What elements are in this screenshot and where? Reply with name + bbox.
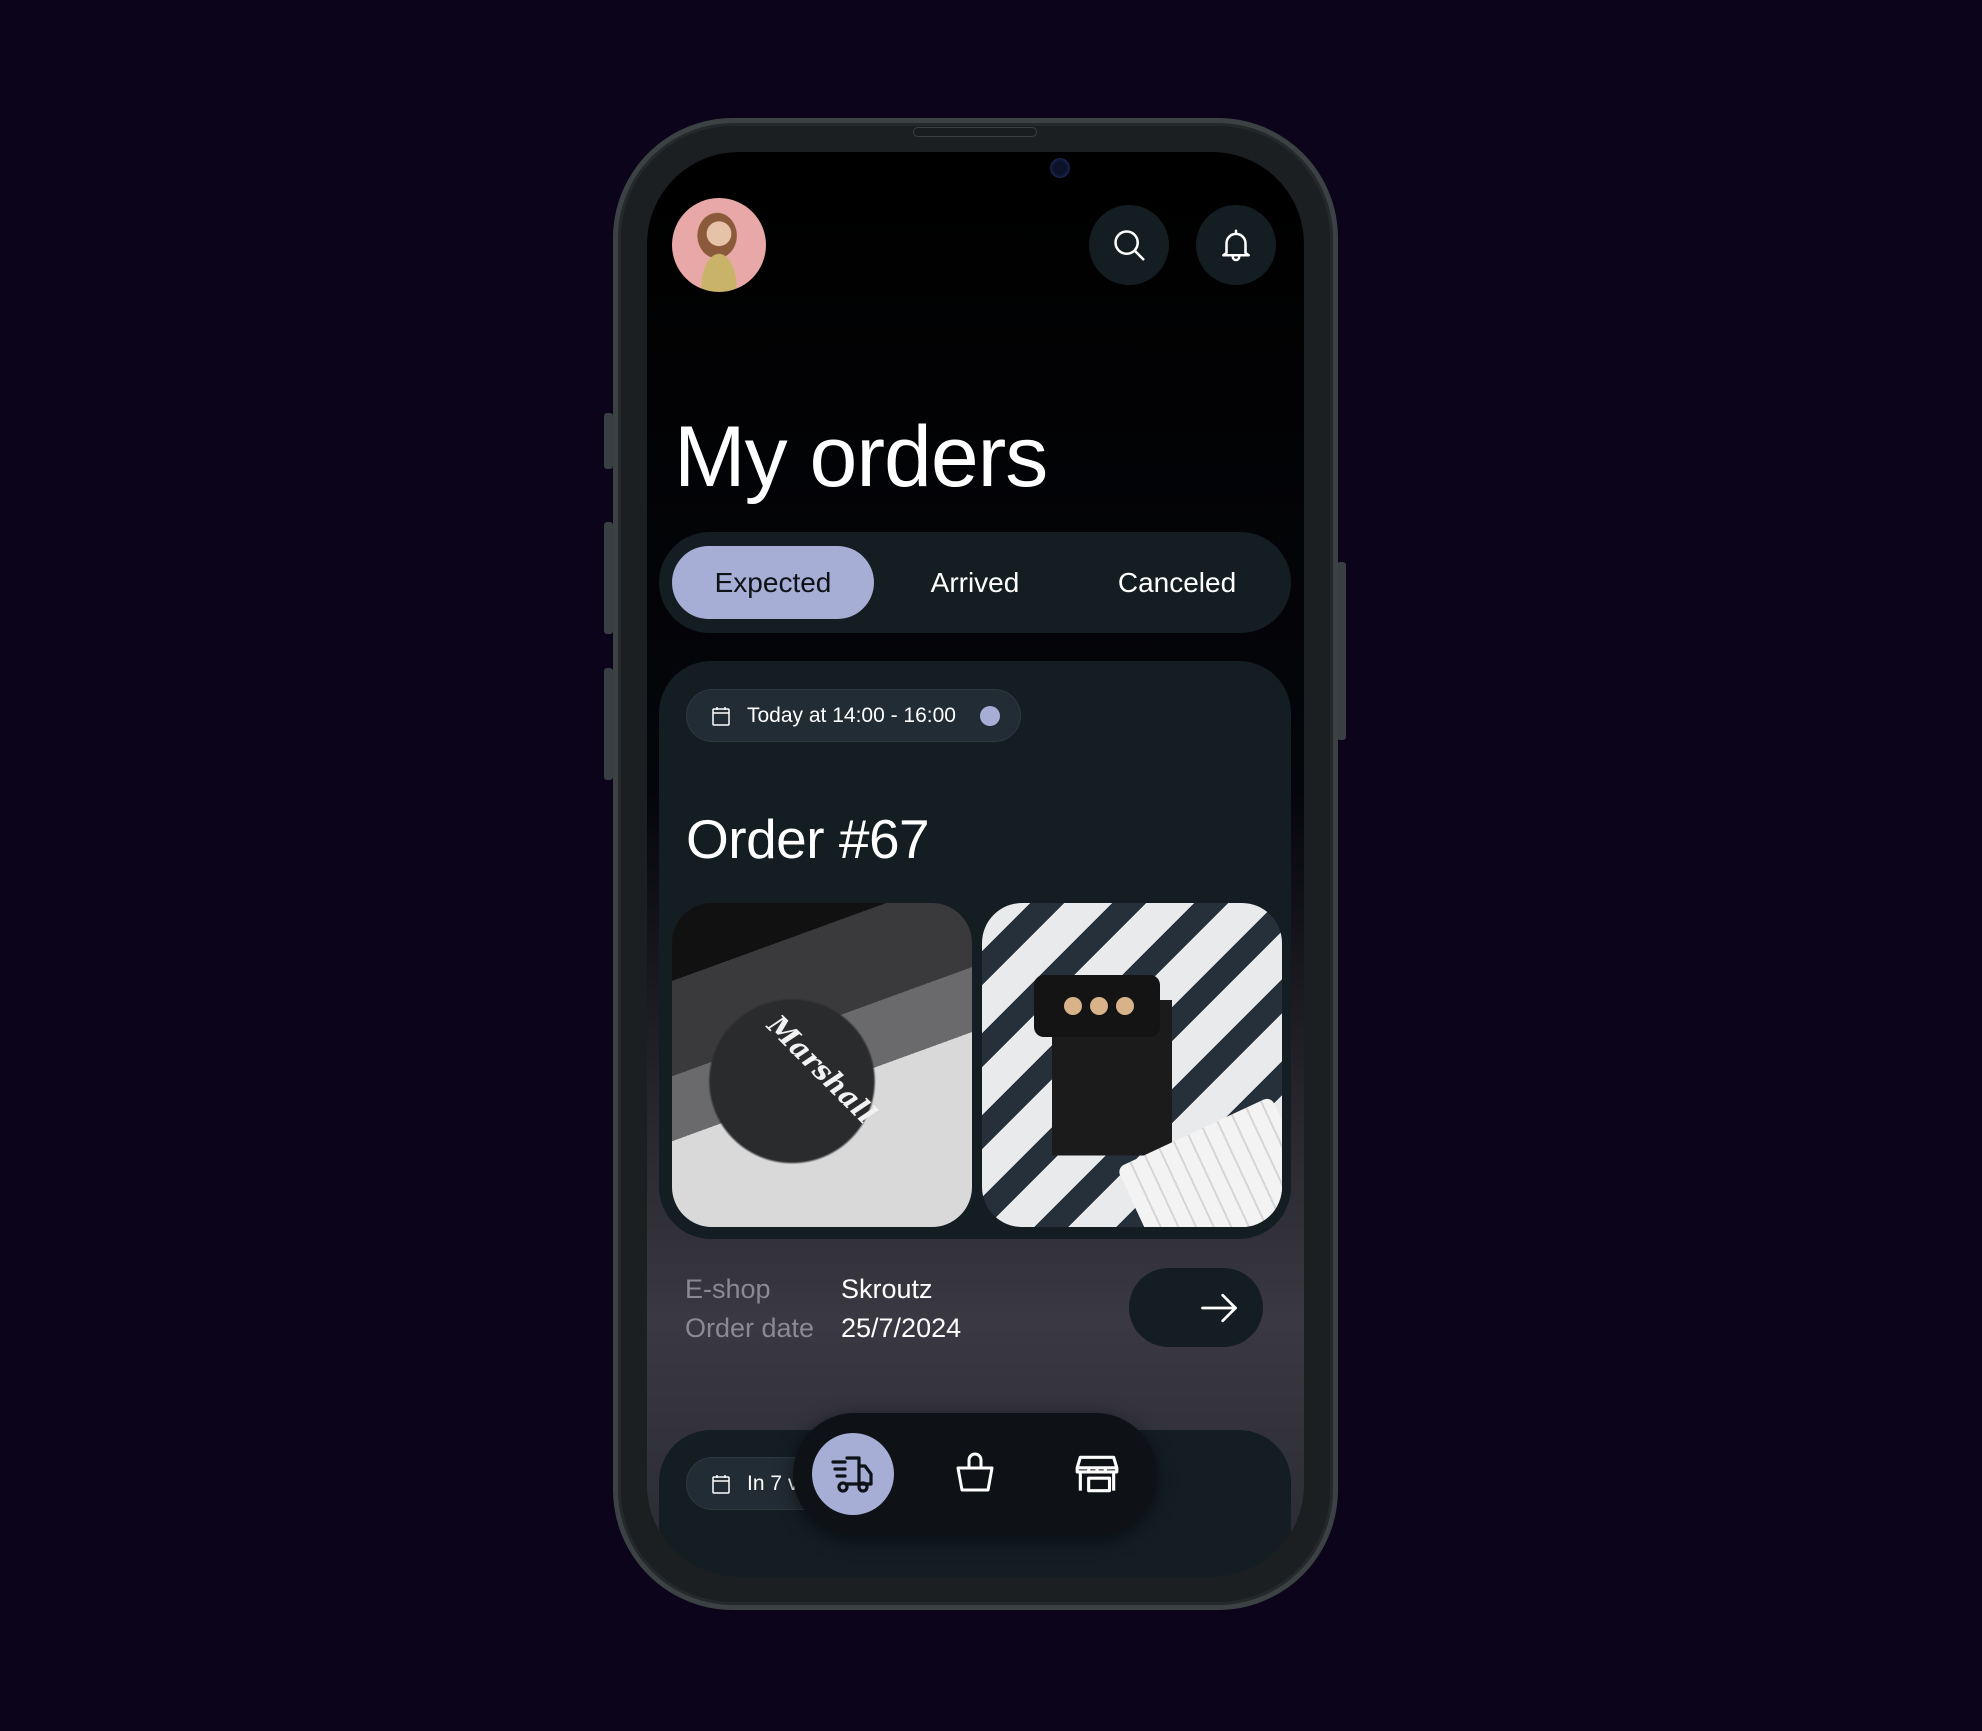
- calendar-icon: [712, 1474, 730, 1494]
- notifications-button[interactable]: [1196, 205, 1276, 285]
- amp-knob: [1064, 997, 1082, 1015]
- phone-screen: My orders Expected Arrived Canceled Toda…: [647, 152, 1304, 1577]
- volume-down-button: [604, 668, 613, 780]
- detail-value: Skroutz: [841, 1274, 933, 1304]
- shopping-basket-icon: [956, 1452, 994, 1492]
- store-icon: [1075, 1455, 1119, 1493]
- arrow-right-icon: [1201, 1293, 1237, 1322]
- detail-row-eshop: E-shop Skroutz: [685, 1270, 961, 1309]
- delivery-truck-icon: [831, 1456, 873, 1493]
- silent-switch: [604, 413, 613, 469]
- nav-deliveries[interactable]: [812, 1433, 894, 1515]
- nav-stores[interactable]: [1056, 1433, 1138, 1515]
- order-status-tabs: Expected Arrived Canceled: [659, 532, 1291, 633]
- calendar-icon: [712, 706, 730, 726]
- order-title: Order #67: [686, 808, 930, 870]
- tab-canceled[interactable]: Canceled: [1076, 546, 1278, 619]
- order-details: E-shop Skroutz Order date 25/7/2024: [685, 1270, 961, 1348]
- detail-row-order-date: Order date 25/7/2024: [685, 1309, 961, 1348]
- amp-knob: [1116, 997, 1134, 1015]
- status-dot: [980, 705, 1000, 726]
- product-image-headphones[interactable]: Marshall: [672, 903, 972, 1227]
- search-button[interactable]: [1089, 205, 1169, 285]
- order-card[interactable]: Today at 14:00 - 16:00 Order #67 Marshal…: [659, 661, 1291, 1239]
- power-button: [1337, 562, 1346, 740]
- amp-knob: [1090, 997, 1108, 1015]
- delivery-window-chip: Today at 14:00 - 16:00: [686, 689, 1021, 742]
- delivery-window-text: In 7 v: [747, 1471, 799, 1495]
- page-title: My orders: [674, 409, 1048, 505]
- phone-speaker: [913, 127, 1037, 137]
- front-camera: [1050, 158, 1070, 178]
- amp-head: [1034, 975, 1160, 1037]
- avatar[interactable]: [672, 198, 766, 292]
- product-image-amplifier[interactable]: [982, 903, 1282, 1227]
- volume-up-button: [604, 522, 613, 634]
- bell-icon: [1222, 229, 1250, 262]
- detail-value: 25/7/2024: [841, 1313, 962, 1343]
- bottom-navigation: [793, 1413, 1157, 1536]
- open-order-button[interactable]: [1129, 1268, 1263, 1347]
- detail-label: E-shop: [685, 1274, 771, 1304]
- tab-arrived[interactable]: Arrived: [874, 546, 1076, 619]
- detail-label: Order date: [685, 1313, 815, 1343]
- brand-logo: Marshall: [760, 1008, 883, 1131]
- stage: My orders Expected Arrived Canceled Toda…: [0, 0, 1982, 1731]
- keyboard: [1116, 1096, 1282, 1227]
- tab-expected[interactable]: Expected: [672, 546, 874, 619]
- delivery-window-text: Today at 14:00 - 16:00: [747, 703, 956, 727]
- nav-basket[interactable]: [934, 1433, 1016, 1515]
- notch: [837, 152, 1113, 206]
- search-icon: [1114, 230, 1145, 261]
